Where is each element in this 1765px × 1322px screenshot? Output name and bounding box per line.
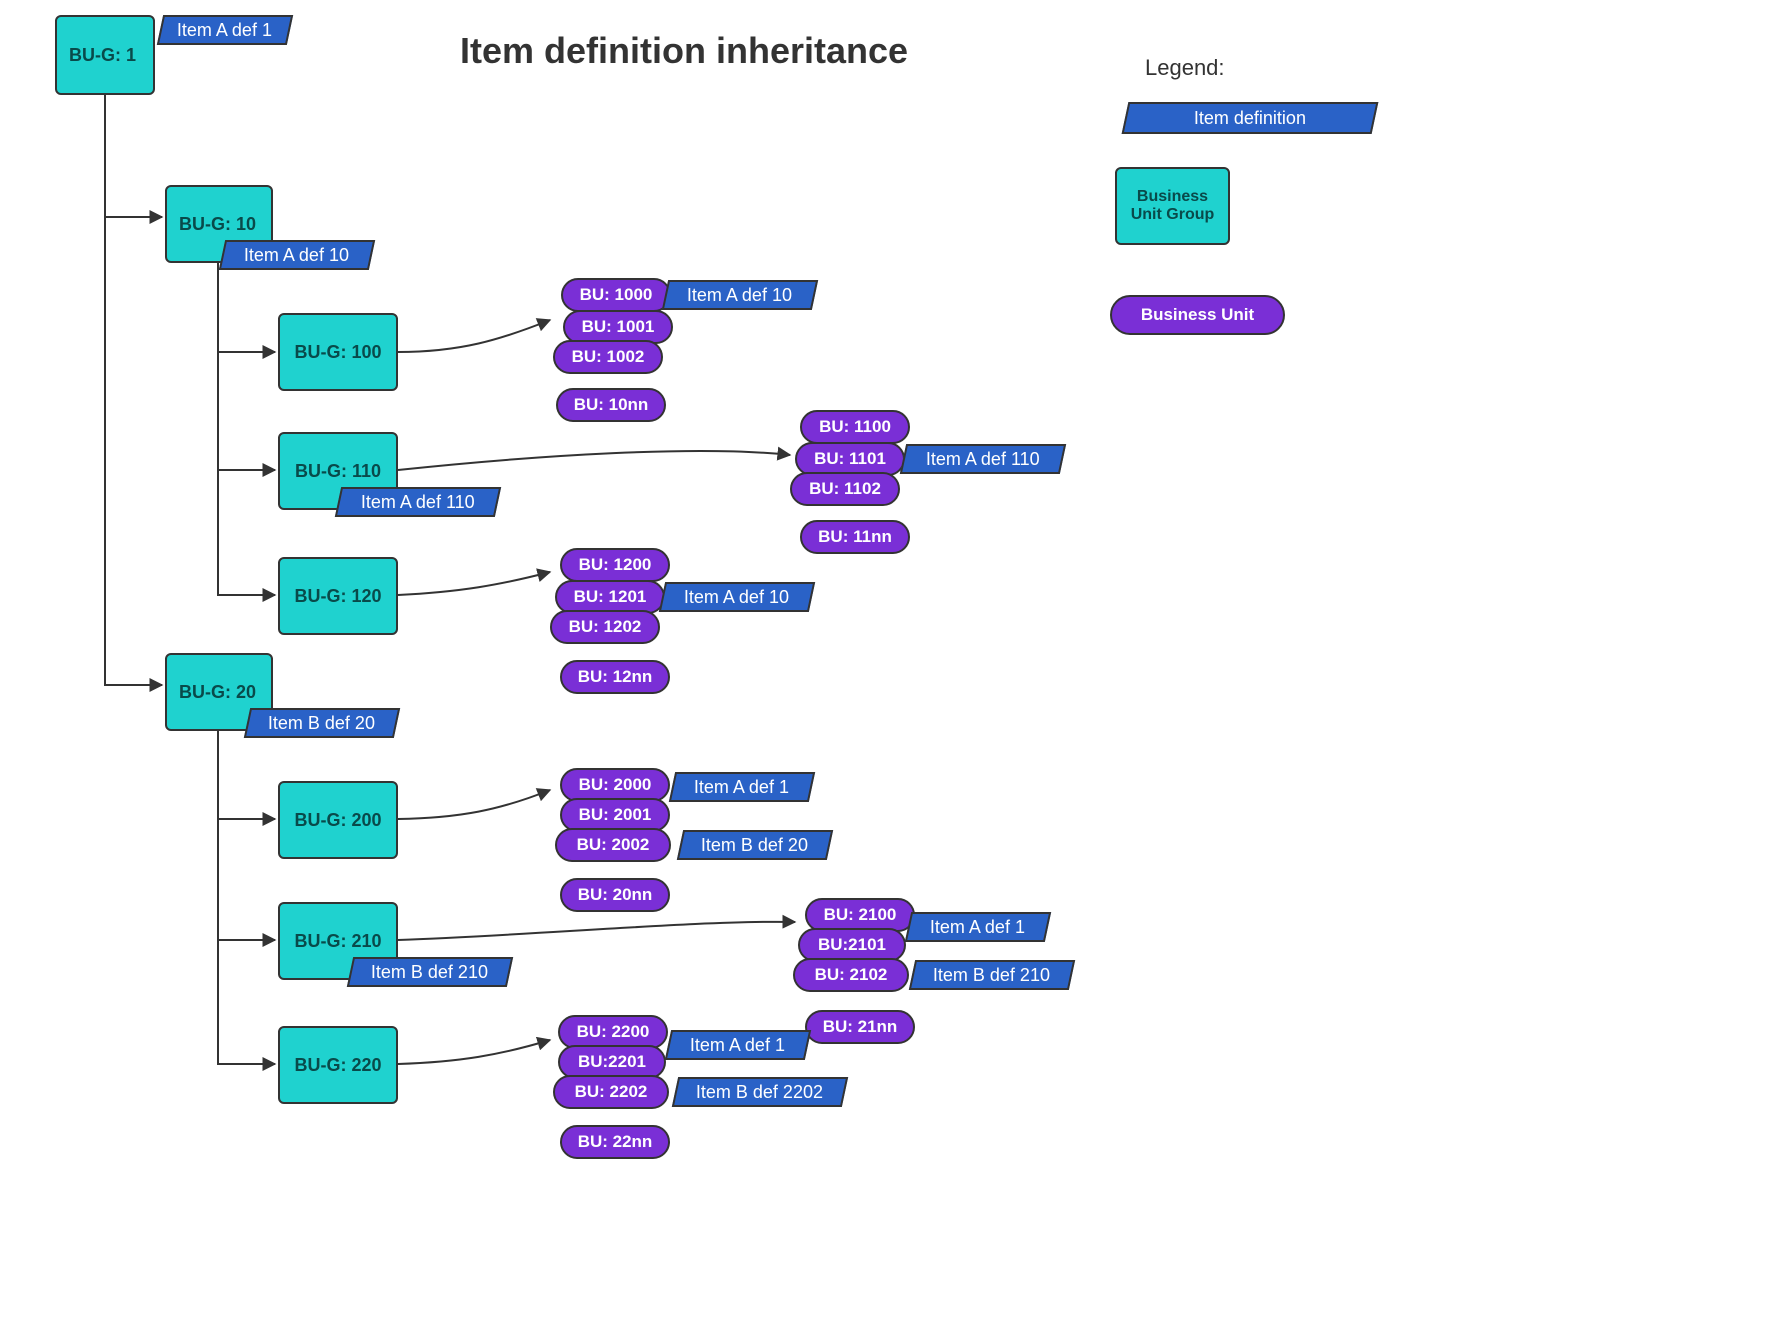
- bu-2200: BU: 2200: [558, 1015, 668, 1049]
- bu-2202: BU: 2202: [553, 1075, 669, 1109]
- bu-1202: BU: 1202: [550, 610, 660, 644]
- legend-title: Legend:: [1145, 55, 1225, 81]
- itemdef-a-def-1-at-2101: Item A def 1: [905, 912, 1051, 942]
- bu-1101: BU: 1101: [795, 442, 905, 476]
- itemdef-b-def-20-at-2002: Item B def 20: [677, 830, 833, 860]
- legend-business-unit-group: Business Unit Group: [1115, 167, 1230, 245]
- bug-120: BU-G: 120: [278, 557, 398, 635]
- itemdef-a-def-110-at-110: Item A def 110: [335, 487, 501, 517]
- bu-1102: BU: 1102: [790, 472, 900, 506]
- itemdef-a-def-10-at-1201: Item A def 10: [659, 582, 815, 612]
- bu-1002: BU: 1002: [553, 340, 663, 374]
- bu-22nn: BU: 22nn: [560, 1125, 670, 1159]
- bu-2201: BU:2201: [558, 1045, 666, 1079]
- bu-20nn: BU: 20nn: [560, 878, 670, 912]
- bu-12nn: BU: 12nn: [560, 660, 670, 694]
- bu-1001: BU: 1001: [563, 310, 673, 344]
- itemdef-a-def-10-at-1000: Item A def 10: [662, 280, 818, 310]
- bu-11nn: BU: 11nn: [800, 520, 910, 554]
- bug-200: BU-G: 200: [278, 781, 398, 859]
- bug-1: BU-G: 1: [55, 15, 155, 95]
- bu-2001: BU: 2001: [560, 798, 670, 832]
- bu-2102: BU: 2102: [793, 958, 909, 992]
- bu-2101: BU:2101: [798, 928, 906, 962]
- itemdef-a-def-110-at-1101: Item A def 110: [900, 444, 1066, 474]
- bu-2002: BU: 2002: [555, 828, 671, 862]
- itemdef-a-def-1-at-2001: Item A def 1: [669, 772, 815, 802]
- bug-100: BU-G: 100: [278, 313, 398, 391]
- bu-1100: BU: 1100: [800, 410, 910, 444]
- bu-2000: BU: 2000: [560, 768, 670, 802]
- itemdef-b-def-210-at-210: Item B def 210: [347, 957, 513, 987]
- itemdef-a-def-1-at-2201: Item A def 1: [665, 1030, 811, 1060]
- diagram-title: Item definition inheritance: [460, 30, 908, 72]
- itemdef-b-def-20-at-20: Item B def 20: [244, 708, 400, 738]
- bu-10nn: BU: 10nn: [556, 388, 666, 422]
- bu-2100: BU: 2100: [805, 898, 915, 932]
- legend-item-definition: Item definition: [1122, 102, 1379, 134]
- diagram-canvas: Item definition inheritance BU-G: 1 Item…: [0, 0, 1765, 1322]
- itemdef-b-def-2202-at-2202: Item B def 2202: [672, 1077, 848, 1107]
- legend-business-unit: Business Unit: [1110, 295, 1285, 335]
- bu-1200: BU: 1200: [560, 548, 670, 582]
- bu-1000: BU: 1000: [561, 278, 671, 312]
- bu-21nn: BU: 21nn: [805, 1010, 915, 1044]
- itemdef-a-def-10-at-10: Item A def 10: [219, 240, 375, 270]
- itemdef-a-def-1-root: Item A def 1: [157, 15, 293, 45]
- bu-1201: BU: 1201: [555, 580, 665, 614]
- itemdef-b-def-210-at-2102: Item B def 210: [909, 960, 1075, 990]
- bug-220: BU-G: 220: [278, 1026, 398, 1104]
